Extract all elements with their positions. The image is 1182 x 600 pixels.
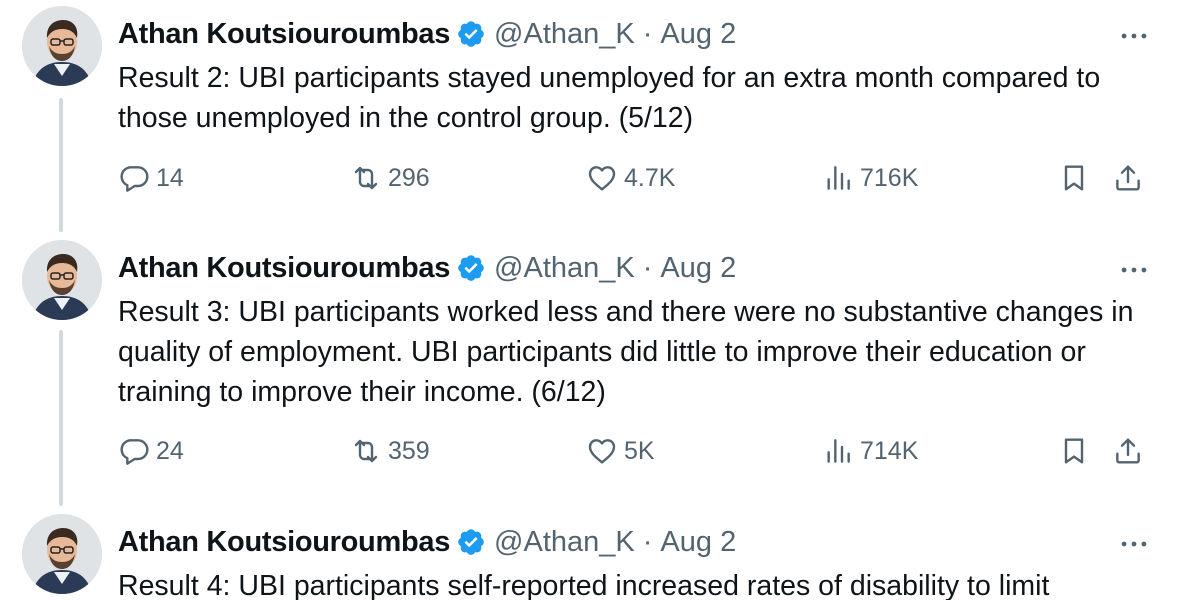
reply-button[interactable]: 24 <box>118 433 184 469</box>
verified-badge-icon <box>456 253 486 283</box>
reply-icon <box>120 166 149 192</box>
heart-icon <box>588 166 616 191</box>
bookmark-icon <box>1064 165 1084 191</box>
like-button[interactable]: 5K <box>586 433 655 469</box>
like-count: 4.7K <box>624 163 676 192</box>
tweet-text: Result 2: UBI participants stayed unempl… <box>118 62 1101 134</box>
repost-button[interactable]: 359 <box>350 433 430 469</box>
separator-dot: · <box>642 251 653 284</box>
tweet-header: Athan Koutsiouroumbas @Athan_K · Aug 2 <box>118 248 736 288</box>
views-icon <box>827 439 850 463</box>
separator-dot: · <box>642 525 653 558</box>
more-horizontal-icon[interactable] <box>1116 252 1152 288</box>
share-button[interactable] <box>1112 160 1150 196</box>
repost-count: 296 <box>388 163 430 192</box>
views-button[interactable]: 716K <box>822 160 918 196</box>
author-handle[interactable]: @Athan_K <box>494 252 635 285</box>
share-icon <box>1116 165 1140 191</box>
avatar-portrait-icon <box>22 240 102 320</box>
reply-icon <box>120 439 149 465</box>
avatar-portrait-icon <box>22 6 102 86</box>
views-count: 716K <box>860 163 919 192</box>
author-name[interactable]: Athan Koutsiouroumbas <box>118 252 450 285</box>
tweet-date[interactable]: Aug 2 <box>660 252 736 285</box>
separator-dot: · <box>642 17 653 50</box>
bookmark-button[interactable] <box>1058 160 1096 196</box>
views-button[interactable]: 714K <box>822 433 918 469</box>
tweet-date[interactable]: Aug 2 <box>660 18 736 51</box>
tweet-text: Result 4: UBI participants self-reported… <box>118 570 1050 600</box>
views-count: 714K <box>860 436 919 465</box>
bookmark-icon <box>1064 438 1084 464</box>
author-name[interactable]: Athan Koutsiouroumbas <box>118 18 450 51</box>
author-handle[interactable]: @Athan_K <box>494 18 635 51</box>
verified-badge-icon <box>456 527 486 557</box>
tweet[interactable]: Athan Koutsiouroumbas @Athan_K · Aug 2 R… <box>0 6 1182 206</box>
avatar[interactable] <box>22 6 102 86</box>
avatar[interactable] <box>22 514 102 594</box>
avatar[interactable] <box>22 240 102 320</box>
tweet-actions: 14 296 4.7K 716K <box>118 160 1158 196</box>
like-count: 5K <box>624 436 655 465</box>
repost-button[interactable]: 296 <box>350 160 430 196</box>
tweet[interactable]: Athan Koutsiouroumbas @Athan_K · Aug 2 R… <box>0 514 1182 600</box>
bookmark-button[interactable] <box>1058 433 1096 469</box>
share-icon <box>1116 438 1140 464</box>
tweet-header: Athan Koutsiouroumbas @Athan_K · Aug 2 <box>118 14 736 54</box>
author-name[interactable]: Athan Koutsiouroumbas <box>118 526 450 559</box>
reply-button[interactable]: 14 <box>118 160 184 196</box>
tweet-actions: 24 359 5K 714K <box>118 433 1158 469</box>
tweet-header: Athan Koutsiouroumbas @Athan_K · Aug 2 <box>118 522 736 562</box>
more-horizontal-icon[interactable] <box>1116 526 1152 562</box>
repost-icon <box>354 166 378 190</box>
share-button[interactable] <box>1112 433 1150 469</box>
tweet-date[interactable]: Aug 2 <box>660 526 736 559</box>
more-horizontal-icon[interactable] <box>1116 18 1152 54</box>
reply-count: 14 <box>156 163 184 192</box>
reply-count: 24 <box>156 436 184 465</box>
views-icon <box>827 166 850 190</box>
avatar-portrait-icon <box>22 514 102 594</box>
tweet[interactable]: Athan Koutsiouroumbas @Athan_K · Aug 2 R… <box>0 240 1182 480</box>
like-button[interactable]: 4.7K <box>586 160 675 196</box>
author-handle[interactable]: @Athan_K <box>494 526 635 559</box>
heart-icon <box>588 439 616 464</box>
repost-icon <box>354 439 378 463</box>
repost-count: 359 <box>388 436 430 465</box>
tweet-text: Result 3: UBI participants worked less a… <box>118 296 1134 408</box>
verified-badge-icon <box>456 19 486 49</box>
